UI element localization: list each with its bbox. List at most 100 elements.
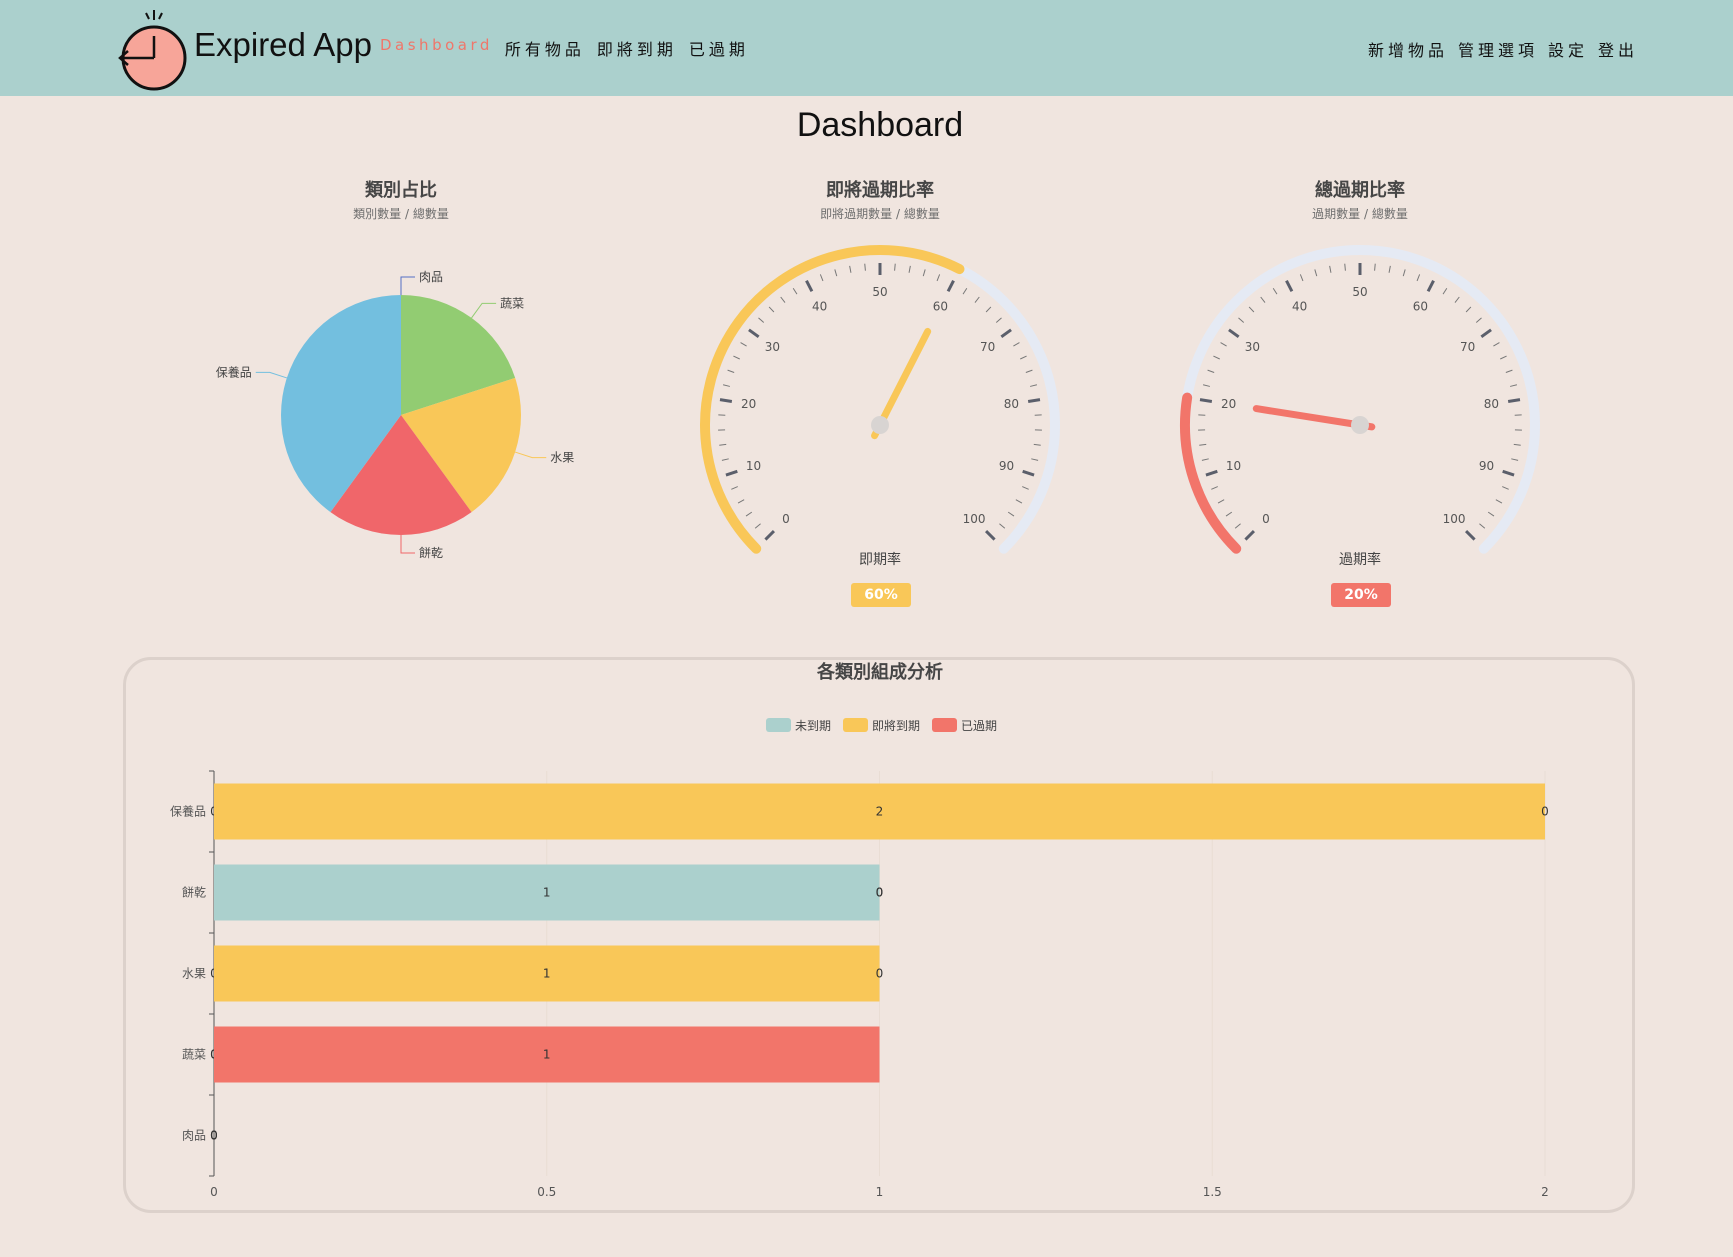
gauge-tick bbox=[745, 511, 753, 517]
navbar: Expired App Dashboard 所有物品 即將到期 已過期 新增物品… bbox=[0, 0, 1733, 96]
gauge-tick bbox=[1013, 342, 1020, 347]
gauge-tick-label: 0 bbox=[782, 512, 790, 526]
y-tick-label: 餅乾 bbox=[182, 885, 206, 900]
gauge-tick-label: 70 bbox=[1460, 340, 1475, 354]
gauge-tick bbox=[1027, 398, 1041, 404]
pie-label: 保養品 bbox=[216, 364, 252, 379]
nav-logout[interactable]: 登出 bbox=[1598, 37, 1638, 61]
clock-logo-icon[interactable] bbox=[116, 6, 192, 92]
gauge-tick bbox=[1329, 265, 1332, 273]
gauge-tick bbox=[1487, 511, 1495, 517]
bar-data-label: 0 bbox=[876, 886, 884, 900]
pie-label-line bbox=[400, 276, 415, 295]
legend-label: 已過期 bbox=[961, 719, 997, 733]
gauge-tick-label: 40 bbox=[1292, 299, 1307, 313]
nav-right: 新增物品 管理選項 設定 登出 bbox=[1368, 37, 1638, 61]
gauge-tick bbox=[1238, 317, 1245, 323]
gauge-tick bbox=[985, 306, 992, 313]
pie-label-line bbox=[471, 302, 497, 319]
gauge-hub bbox=[1351, 416, 1369, 434]
nav-dashboard[interactable]: Dashboard bbox=[380, 36, 493, 60]
gauge-label: 即期率 bbox=[859, 551, 901, 568]
gauge-tick bbox=[908, 265, 911, 273]
nav-left: Dashboard 所有物品 即將到期 已過期 bbox=[380, 36, 749, 60]
nav-expiring-soon[interactable]: 即將到期 bbox=[597, 36, 677, 60]
gauge-tick-label: 20 bbox=[741, 397, 756, 411]
nav-settings[interactable]: 設定 bbox=[1548, 37, 1588, 61]
legend-swatch bbox=[932, 718, 957, 732]
pie-label-line bbox=[400, 535, 415, 554]
brand-title[interactable]: Expired App bbox=[194, 26, 372, 64]
x-tick-label: 2 bbox=[1541, 1185, 1549, 1199]
gauge-tick bbox=[1020, 355, 1027, 360]
gauge-tick bbox=[719, 443, 727, 446]
bar-data-label: 2 bbox=[876, 805, 884, 819]
gauge-tick bbox=[985, 530, 996, 541]
y-tick-label: 肉品 bbox=[182, 1129, 206, 1143]
gauge-tick bbox=[805, 279, 814, 293]
gauge-tick-label: 100 bbox=[1443, 512, 1466, 526]
gauge-tick bbox=[1502, 469, 1515, 477]
gauge-tick bbox=[1500, 355, 1507, 360]
gauge-tick bbox=[722, 384, 730, 387]
legend-label: 即將到期 bbox=[872, 718, 920, 733]
gauge-tick bbox=[737, 499, 745, 504]
gauge-tick bbox=[1213, 355, 1220, 360]
composition-bar-chart: 各類別組成分析未到期即將到期已過期00.511.52保養品020餅乾100水果0… bbox=[170, 661, 1549, 1199]
gauge-tick bbox=[1199, 443, 1207, 446]
y-tick-label: 蔬菜 bbox=[182, 1048, 206, 1062]
gauge-tick bbox=[894, 263, 896, 271]
gauge-tick bbox=[768, 306, 775, 313]
gauge-tick bbox=[1314, 269, 1318, 277]
gauge-tick-label: 80 bbox=[1004, 397, 1019, 411]
gauge-tick bbox=[1511, 458, 1519, 461]
gauge-tick-label: 40 bbox=[812, 299, 827, 313]
gauge-tick bbox=[936, 274, 941, 282]
gauge-tick bbox=[1022, 469, 1035, 477]
gauge-tick-label: 30 bbox=[765, 340, 780, 354]
gauge-tick bbox=[922, 269, 926, 277]
gauge-tick bbox=[819, 274, 824, 282]
gauge-tick-label: 10 bbox=[746, 459, 761, 473]
gauge-tick bbox=[1502, 486, 1509, 490]
gauge-tick bbox=[1374, 263, 1376, 271]
gauge-tick bbox=[731, 486, 738, 490]
pie-label: 水果 bbox=[550, 451, 574, 465]
nav-add-item[interactable]: 新增物品 bbox=[1368, 37, 1448, 61]
gauge-tick bbox=[1211, 486, 1218, 490]
nav-expired[interactable]: 已過期 bbox=[689, 36, 749, 60]
gauge-tick bbox=[962, 287, 968, 295]
expired-gauge-title: 總過期比率 bbox=[1315, 180, 1405, 201]
gauge-tick bbox=[1007, 511, 1015, 517]
bar-data-label: 1 bbox=[543, 1048, 551, 1062]
gauge-tick bbox=[1022, 486, 1029, 490]
nav-manage-options[interactable]: 管理選項 bbox=[1458, 37, 1538, 61]
nav-all-items[interactable]: 所有物品 bbox=[505, 36, 585, 60]
gauge-tick-label: 30 bbox=[1245, 340, 1260, 354]
gauge-tick bbox=[1220, 342, 1227, 347]
pie-label: 蔬菜 bbox=[500, 296, 524, 310]
x-tick-label: 1 bbox=[876, 1185, 884, 1199]
pie-label: 肉品 bbox=[419, 270, 443, 284]
pie-subtitle: 類別數量 / 總數量 bbox=[353, 207, 449, 221]
gauge-tick bbox=[1260, 296, 1266, 303]
soon-gauge-subtitle: 即將過期數量 / 總數量 bbox=[820, 207, 940, 221]
gauge-tick bbox=[719, 398, 733, 404]
gauge-tick bbox=[1454, 296, 1460, 303]
gauge-tick-label: 60 bbox=[933, 299, 948, 313]
gauge-tick-label: 0 bbox=[1262, 512, 1270, 526]
gauge-tick-label: 80 bbox=[1484, 397, 1499, 411]
x-tick-label: 0 bbox=[210, 1185, 218, 1199]
pie-label: 餅乾 bbox=[419, 545, 443, 560]
gauge-tick bbox=[764, 530, 775, 541]
gauge-tick bbox=[1272, 287, 1278, 295]
gauge-tick bbox=[748, 328, 760, 339]
gauge-tick bbox=[1402, 269, 1406, 277]
gauge-tick bbox=[1388, 265, 1391, 273]
soon-gauge-title: 即將過期比率 bbox=[826, 180, 934, 201]
gauge-tick bbox=[1510, 384, 1518, 387]
gauge-tick bbox=[1234, 523, 1241, 529]
gauge-tick bbox=[1285, 279, 1294, 293]
gauge-tick bbox=[1344, 263, 1346, 271]
gauge-tick bbox=[754, 523, 761, 529]
